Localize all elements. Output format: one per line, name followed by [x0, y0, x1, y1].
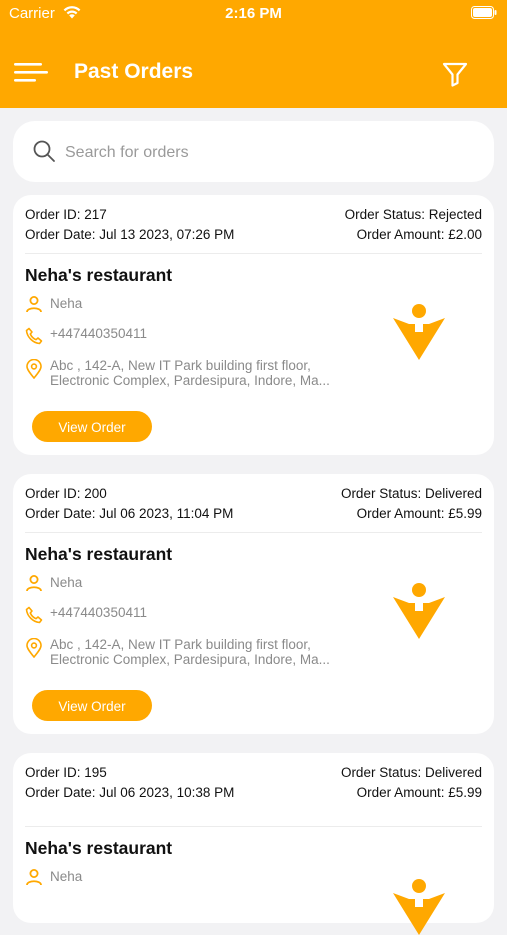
- order-id: Order ID: 195: [25, 765, 107, 780]
- restaurant-logo-icon: [393, 583, 445, 639]
- order-card-header: Order ID: 195 Order Date: Jul 06 2023, 1…: [25, 753, 482, 827]
- phone-icon: [25, 606, 43, 624]
- person-icon: [26, 575, 42, 592]
- customer-name: Neha: [50, 296, 83, 311]
- order-card: Order ID: 200 Order Date: Jul 06 2023, 1…: [13, 474, 494, 734]
- order-status: Order Status: Rejected: [344, 207, 482, 222]
- address-text: Abc , 142-A, New IT Park building first …: [50, 637, 330, 667]
- order-amount: Order Amount: £5.99: [356, 506, 482, 521]
- customer-name: Neha: [50, 575, 83, 590]
- order-amount: Order Amount: £2.00: [356, 227, 482, 242]
- order-amount: Order Amount: £5.99: [356, 785, 482, 800]
- restaurant-logo-icon: [393, 304, 445, 360]
- status-bar: Carrier 2:16 PM: [0, 0, 507, 28]
- person-icon: [26, 869, 42, 886]
- order-id: Order ID: 217: [25, 207, 107, 222]
- phone-number: +447440350411: [50, 326, 147, 341]
- order-date: Order Date: Jul 13 2023, 07:26 PM: [25, 227, 235, 242]
- status-time: 2:16 PM: [225, 5, 282, 22]
- filter-icon[interactable]: [441, 60, 469, 88]
- menu-icon[interactable]: [14, 60, 50, 86]
- order-date: Order Date: Jul 06 2023, 10:38 PM: [25, 785, 235, 800]
- page-title: Past Orders: [74, 60, 194, 83]
- location-pin-icon: [26, 359, 42, 379]
- restaurant-name: Neha's restaurant: [25, 265, 173, 285]
- order-id: Order ID: 200: [25, 486, 107, 501]
- address-text: Abc , 142-A, New IT Park building first …: [50, 358, 330, 388]
- order-card-header: Order ID: 200 Order Date: Jul 06 2023, 1…: [25, 474, 482, 533]
- view-order-button[interactable]: View Order: [32, 690, 152, 721]
- search-input[interactable]: [63, 139, 467, 167]
- order-status: Order Status: Delivered: [340, 486, 482, 501]
- restaurant-logo-icon: [393, 879, 445, 935]
- app-header: Carrier 2:16 PM Past Orders: [0, 0, 507, 108]
- person-icon: [26, 296, 42, 313]
- restaurant-name: Neha's restaurant: [25, 544, 173, 564]
- customer-name: Neha: [50, 869, 83, 884]
- order-status: Order Status: Delivered: [340, 765, 482, 780]
- order-date: Order Date: Jul 06 2023, 11:04 PM: [25, 506, 234, 521]
- search-icon: [33, 140, 55, 162]
- location-pin-icon: [26, 638, 42, 658]
- battery-icon: [471, 6, 497, 19]
- order-card: Order ID: 195 Order Date: Jul 06 2023, 1…: [13, 753, 494, 935]
- phone-number: +447440350411: [50, 605, 147, 620]
- view-order-button[interactable]: View Order: [32, 411, 152, 442]
- phone-icon: [25, 327, 43, 345]
- restaurant-name: Neha's restaurant: [25, 838, 173, 858]
- order-card-header: Order ID: 217 Order Date: Jul 13 2023, 0…: [25, 195, 482, 254]
- order-card: Order ID: 217 Order Date: Jul 13 2023, 0…: [13, 195, 494, 455]
- search-bar[interactable]: [13, 121, 494, 182]
